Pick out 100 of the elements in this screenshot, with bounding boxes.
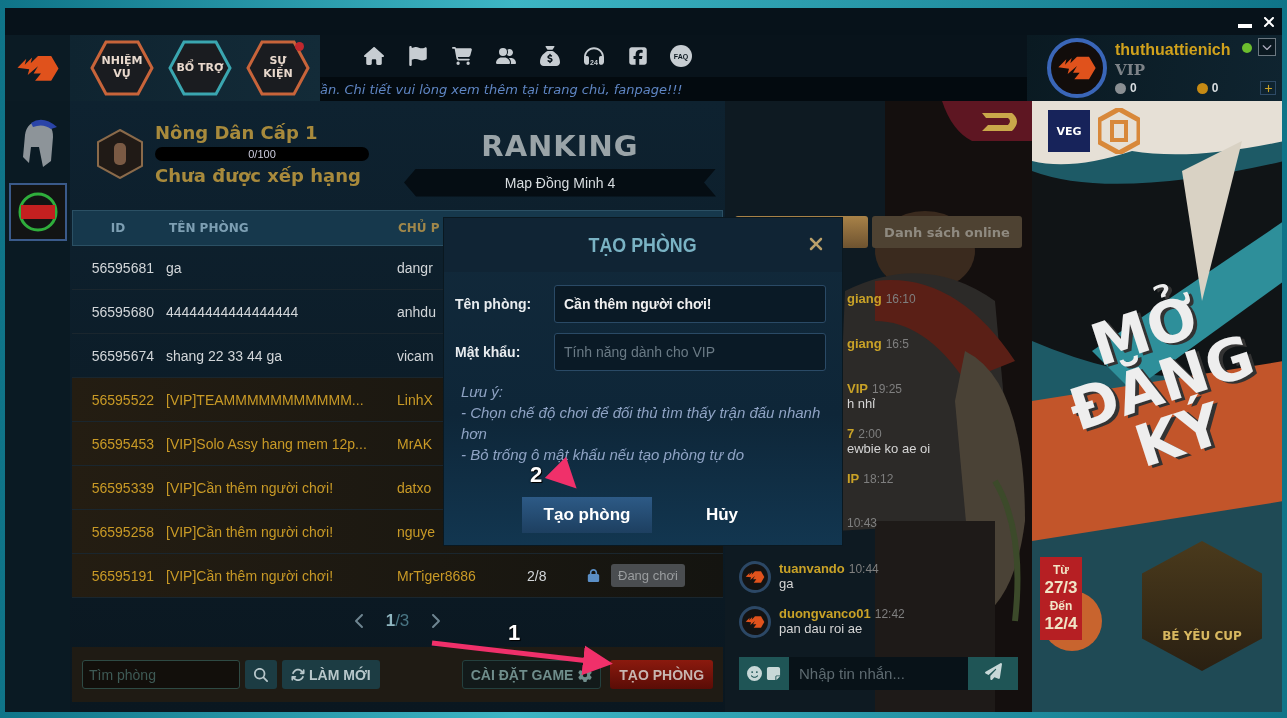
column-header: TÊN PHÒNG [168,221,250,235]
message-time: 10:43 [847,516,878,530]
message-text: ga [779,576,795,591]
date-label: Đến [1049,599,1073,613]
message-time: 16:10 [885,292,916,306]
search-button[interactable] [245,660,277,689]
table-cell: anhdu [397,303,436,320]
table-cell-text: [VIP]Cần thêm người chơi! [165,567,335,584]
table-cell-text: 44444444444444444 [165,303,300,320]
table-cell-text: [VIP]Cần thêm người chơi! [165,523,335,540]
table-cell-text: 56595191 [90,567,155,584]
status-tag: Đang chơi [611,564,685,587]
facebook-icon[interactable] [626,44,650,68]
column-header: ID [109,221,127,235]
sender-name: giang [847,336,882,351]
rank-status: Chưa được xếp hạng [155,164,362,186]
table-cell: dangr [397,259,433,276]
sticker-button[interactable] [766,666,781,681]
table-cell-text: MrTiger8686 [397,567,477,584]
table-cell-text: [VIP]Cần thêm người chơi! [165,479,335,496]
map-name: Map Đồng Minh 4 [404,168,716,197]
date-label: Từ [1053,563,1069,577]
d-logo-icon [942,101,1032,141]
field-label: Tên phòng: [455,296,533,312]
table-cell-text: [VIP]TEAMMMMMMMMMMM... [165,391,365,408]
cube-logo-icon [1098,108,1140,154]
message-time: 2:00 [858,427,882,441]
create-button[interactable]: Tạo phòng [522,497,652,533]
message-time: 19:25 [871,382,902,396]
target-icon[interactable] [8,183,67,241]
search-field[interactable]: Tìm phòng [82,660,240,689]
date-value: 27/3 [1044,578,1078,598]
vip-rank: VIP [1115,61,1145,79]
date-value: 12/4 [1044,614,1078,634]
sender-name: duongvanco01 [779,606,871,621]
send-icon [984,662,1002,680]
plus-icon [1263,83,1273,93]
hex-menu-button[interactable]: BỔ TRỢ [168,40,232,96]
cart-icon[interactable] [450,44,474,68]
notification-dot [295,42,304,51]
premium-balance: 0 [1211,81,1219,95]
table-cell: nguye [397,523,436,540]
premium-coin-icon [1196,82,1208,94]
message-time: 16:5 [885,337,910,351]
table-cell-text: 56595258 [90,523,155,540]
flame-logo-icon [745,615,765,629]
hex-menu-button[interactable]: NHIỆM VỤ [90,40,154,96]
sender-name: 7 [847,426,855,441]
table-cell-text: shang 22 33 44 ga [165,347,283,364]
ranking-title: RANKING [481,128,639,163]
sponsor-logo: VEG [1048,110,1090,152]
game-settings-button[interactable]: CÀI ĐẶT GAME [461,660,602,689]
add-button[interactable] [1260,81,1276,95]
message-time: 10:44 [848,562,879,576]
table-cell-text: 56595681 [90,259,155,276]
refresh-button[interactable]: LÀM MỚI [282,660,380,689]
dropdown-button[interactable] [1258,38,1276,56]
rank-badge-icon [97,128,143,179]
room-row[interactable]: 56595191 [VIP]Cần thêm người chơi! MrTiger8686 2/8 Đang chơi [72,554,723,598]
coin-icon [1115,82,1126,94]
sender-name: giang [847,291,882,306]
username: thuthuattienich [1115,41,1231,59]
sender-name: tuanvando [779,561,845,576]
cup-name: BÉ YÊU CUP [1162,629,1242,643]
chevron-down-icon [1262,42,1272,52]
flame-logo-icon [745,570,765,584]
create-room-button[interactable]: TẠO PHÒNG [610,660,713,689]
emoji-button[interactable] [747,666,762,681]
table-cell-text: 56595453 [90,435,155,452]
table-cell: MrAK [397,435,432,452]
money-bag-icon[interactable] [538,44,562,68]
flag-icon[interactable] [406,44,430,68]
message-text: pan dau roi ae [779,621,864,636]
note-title: Lưu ý: [461,382,505,402]
home-icon[interactable] [362,44,386,68]
search-icon [254,667,268,682]
sticker-icon [766,666,781,681]
sender-name: IP [847,471,860,486]
message-text: ewbie ko ae oi [847,441,931,456]
table-cell: vicam [397,347,434,364]
message-input[interactable]: Nhập tin nhắn... [789,657,968,690]
message-time: 12:42 [874,607,905,621]
page-indicator: 1/3 [385,611,410,631]
table-cell-text: [VIP]Solo Assy hang mem 12p... [165,435,368,452]
message-text: h nhỉ [847,396,877,411]
hex-menu-button[interactable]: SỰ KIỆN [246,40,310,96]
table-cell-text: 56595522 [90,391,155,408]
table-cell-text: 56595339 [90,479,155,496]
column-header: CHỦ P [398,221,440,235]
input-field[interactable]: Tính năng dành cho VIP [554,333,826,371]
level-title: Nông Dân Cấp 1 [155,121,319,143]
news-ticker: ần. Chi tiết vui lòng xem thêm tại trang chủ, fanpage!!! [320,81,683,97]
input-field[interactable]: Cần thêm người chơi! [554,285,826,323]
minimize-icon [1238,23,1252,28]
table-cell-text: 56595674 [90,347,155,364]
smiley-icon [747,666,762,681]
table-cell-text: ga [165,259,183,276]
sender-name: VIP [847,381,868,396]
send-button[interactable] [968,657,1018,690]
coin-balance: 0 [1130,81,1137,95]
